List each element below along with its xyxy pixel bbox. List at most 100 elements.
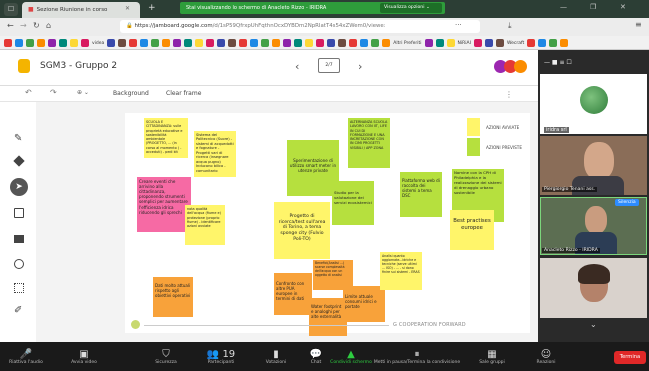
bookmark-favicon-icon[interactable] [26, 39, 34, 47]
bookmark-favicon-icon[interactable] [294, 39, 303, 47]
bookmark-favicon-icon[interactable] [107, 39, 116, 47]
back-icon[interactable]: ← [7, 21, 14, 30]
bookmark-favicon-icon[interactable] [228, 39, 237, 47]
forward-icon[interactable]: → [20, 21, 27, 30]
bookmark-favicon-icon[interactable] [195, 39, 204, 47]
participant-tile[interactable] [540, 74, 647, 134]
sticky-note[interactable]: Limite attuale consumi idrici e portate [343, 286, 385, 322]
bookmark-favicon-icon[interactable] [560, 39, 569, 47]
bookmark-favicon-icon[interactable] [70, 39, 78, 47]
prev-frame-button[interactable]: ‹ [295, 60, 299, 73]
image-icon[interactable] [14, 235, 24, 243]
bookmark-favicon-icon[interactable] [424, 39, 433, 47]
bookmark-label[interactable]: videa [92, 41, 104, 46]
bookmark-favicon-icon[interactable] [338, 39, 347, 47]
bookmark-favicon-icon[interactable] [239, 39, 248, 47]
bookmark-favicon-icon[interactable] [527, 39, 536, 47]
toolbar-button-metti-in-pausa-termina-la-condivisione[interactable]: ⏸ Metti in pausa/Termina la condivisione [372, 343, 462, 371]
toolbar-button-sale-gruppi[interactable]: ▦ Sale gruppi [466, 343, 518, 371]
toolbar-button-reazioni[interactable]: ☺ Reazioni [520, 343, 572, 371]
browser-tab[interactable]: ☐ [4, 3, 18, 16]
undo-icon[interactable]: ↶ [25, 88, 32, 97]
collaborator-avatars[interactable] [494, 60, 534, 74]
view-options-button[interactable]: Visualizza opzioni ⌄ [380, 3, 442, 13]
menu-icon[interactable]: ≡ [635, 20, 642, 29]
window-minimize[interactable]: — [560, 3, 567, 11]
bookmark-favicon-icon[interactable] [283, 39, 292, 47]
sticky-note[interactable]: Best practises europee [450, 210, 494, 250]
bookmark-favicon-icon[interactable] [473, 39, 482, 47]
tab-close-icon[interactable]: ✕ [125, 5, 130, 12]
bookmark-favicon-icon[interactable] [360, 39, 369, 47]
bookmark-favicon-icon[interactable] [538, 39, 547, 47]
url-field[interactable]: 🔒 https://jamboard.google.com/d/1sP59Qfr… [120, 20, 480, 33]
clear-frame-button[interactable]: Clear frame [166, 90, 201, 97]
redo-icon[interactable]: ↷ [50, 88, 57, 97]
bookmark-favicon-icon[interactable] [327, 39, 336, 47]
sticky-note[interactable]: Studio per la valutazione dei servizi ec… [332, 181, 374, 225]
bookmark-favicon-icon[interactable] [272, 39, 281, 47]
bookmark-favicon-icon[interactable] [81, 39, 89, 47]
bookmark-label[interactable]: NiRiAI [458, 41, 471, 46]
bookmark-favicon-icon[interactable] [261, 39, 270, 47]
bookmark-favicon-icon[interactable] [37, 39, 45, 47]
panel-header[interactable]: — ■ ≡ ☐ [538, 55, 649, 73]
bookmark-favicon-icon[interactable] [435, 39, 444, 47]
laser-icon[interactable]: ✐ [14, 305, 22, 316]
bookmark-favicon-icon[interactable] [217, 39, 226, 47]
sticky-note[interactable]: Piattaforma web di raccolta dei sistemi … [400, 172, 442, 217]
text-box-icon[interactable] [14, 283, 24, 293]
bookmark-label[interactable]: Wecraft [507, 41, 524, 46]
bookmark-label[interactable]: Altri Preferiti [393, 41, 421, 46]
select-icon[interactable]: ➤ [10, 178, 28, 196]
sticky-note[interactable]: Confronto con altre PUA europee in termi… [274, 273, 312, 315]
sticky-note[interactable]: Sistema del Politecnico (Suore) - sistem… [194, 131, 236, 177]
bookmark-favicon-icon[interactable] [184, 39, 193, 47]
next-frame-button[interactable]: › [358, 60, 362, 73]
circle-icon[interactable] [14, 259, 24, 269]
bookmark-favicon-icon[interactable] [316, 39, 325, 47]
download-icon[interactable]: ⤓ [508, 21, 512, 31]
bookmark-favicon-icon[interactable] [382, 39, 391, 47]
toolbar-button-sicurezza[interactable]: ⛉ Sicurezza [140, 343, 192, 371]
bookmark-favicon-icon[interactable] [549, 39, 558, 47]
background-button[interactable]: Background [113, 90, 149, 97]
bookmark-icons[interactable]: videa Altri Preferiti NiRiAI Wecraft [4, 38, 644, 48]
zoom-button[interactable]: ⊕ ⌄ [77, 89, 89, 96]
sticky-note[interactable]: ALTERNANZA SCUOLA LAVORO CON IIT, LIFE I… [348, 118, 390, 168]
bookmark-favicon-icon[interactable] [484, 39, 493, 47]
sticky-note-icon[interactable] [14, 208, 24, 218]
toolbar-button-riattiva-l-audio[interactable]: 🎤 Riattiva l'audio [0, 343, 52, 371]
bookmark-favicon-icon[interactable] [173, 39, 182, 47]
toolbar-button-avvia-video[interactable]: ▣ Avvia video [58, 343, 110, 371]
sticky-note[interactable]: Analisi quanto aggiornate...idriche e te… [380, 252, 422, 290]
new-tab-button[interactable]: + [148, 3, 156, 13]
bookmark-favicon-icon[interactable] [140, 39, 149, 47]
bookmark-favicon-icon[interactable] [371, 39, 380, 47]
sticky-note[interactable]: Creare eventi che arrivino alla cittadin… [137, 177, 191, 232]
bookmark-favicon-icon[interactable] [129, 39, 138, 47]
end-meeting-button[interactable]: Termina [614, 351, 646, 364]
sticky-note[interactable]: Dati molto attuali rispetto agli obietti… [153, 277, 193, 317]
bookmark-favicon-icon[interactable] [48, 39, 56, 47]
bookmark-favicon-icon[interactable] [162, 39, 171, 47]
toolbar-button-partecipanti[interactable]: 👥 19 Partecipanti [195, 343, 247, 371]
more-options-icon[interactable]: ⋮ [505, 90, 513, 99]
sticky-note[interactable]: Progetto di ricerca/test sull'area di To… [274, 202, 330, 259]
window-maximize[interactable]: ❐ [590, 3, 596, 11]
home-icon[interactable]: ⌂ [46, 21, 51, 30]
sticky-note[interactable]: SCUOLA E CITTADINANZA: sulle proprietà e… [144, 118, 188, 158]
bookmark-favicon-icon[interactable] [250, 39, 259, 47]
bookmark-favicon-icon[interactable] [495, 39, 504, 47]
bookmark-favicon-icon[interactable] [206, 39, 215, 47]
sticky-note[interactable]: nota qualità dell'acqua (fiume e) protez… [185, 205, 225, 245]
bookmark-favicon-icon[interactable] [59, 39, 67, 47]
frame-indicator[interactable]: 2/7 [318, 58, 340, 73]
browser-tab-active[interactable]: ■ Sezione Riunione in corso [22, 2, 140, 18]
bookmark-favicon-icon[interactable] [349, 39, 358, 47]
window-close[interactable]: ✕ [620, 3, 626, 11]
bookmark-favicon-icon[interactable] [15, 39, 23, 47]
bookmark-favicon-icon[interactable] [4, 39, 12, 47]
mute-participant-button[interactable]: Silenzia [615, 199, 639, 206]
bookmark-favicon-icon[interactable] [118, 39, 127, 47]
